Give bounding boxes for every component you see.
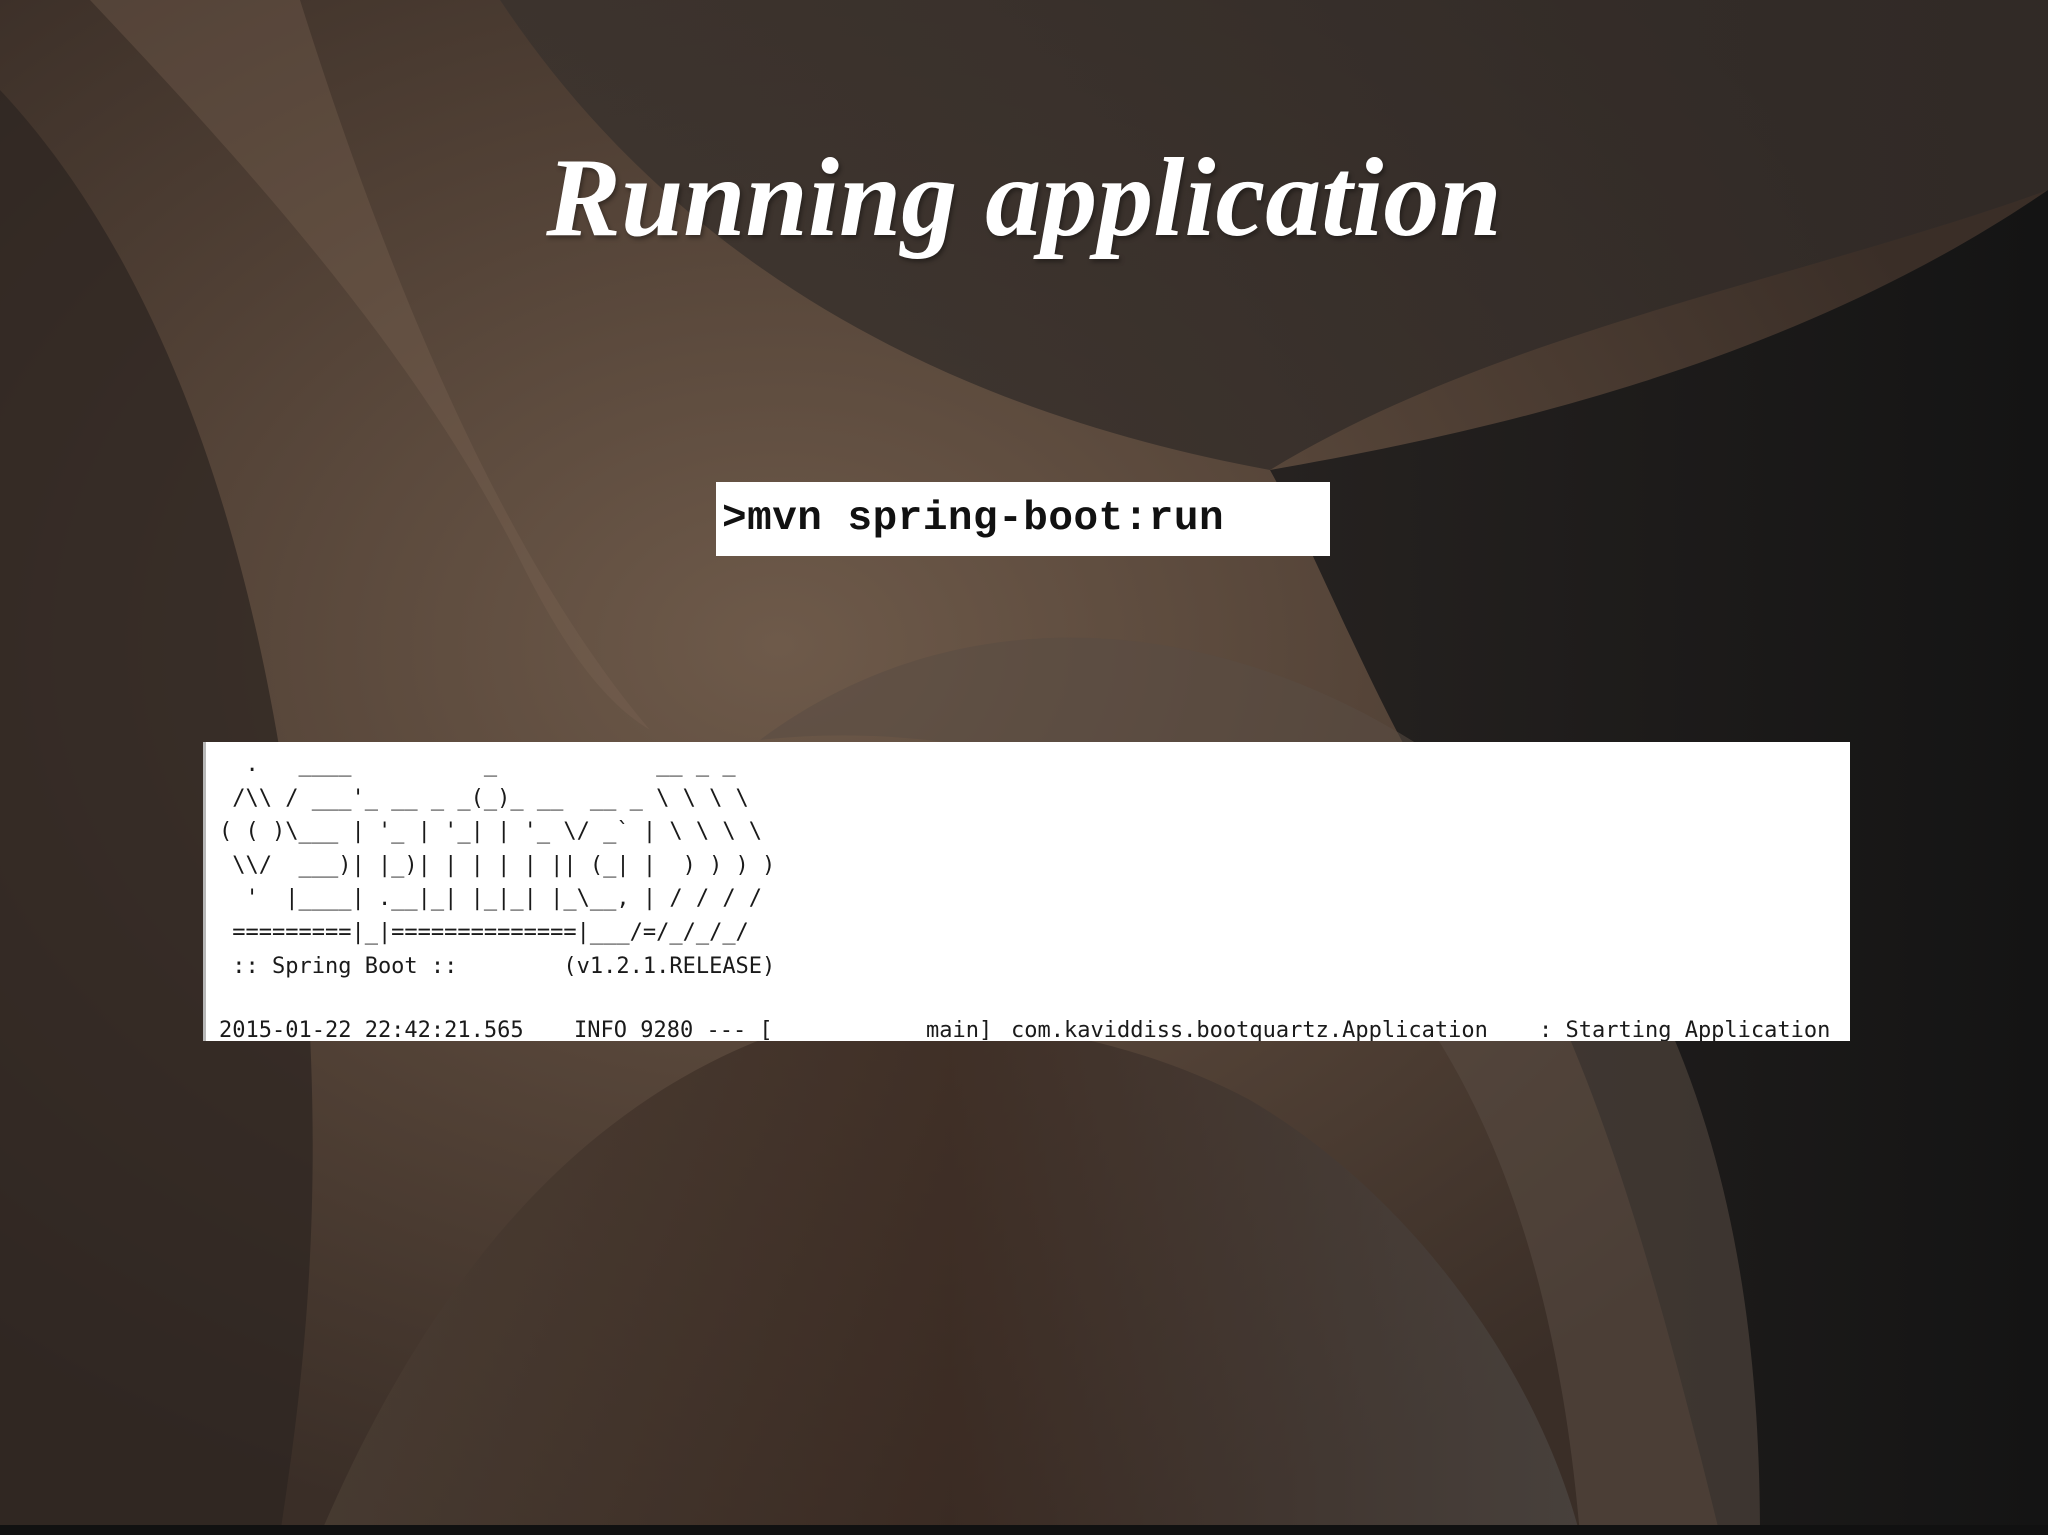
log-logger: com.kaviddiss.bootquartz.Application bbox=[1011, 1018, 1488, 1041]
console-output: . ____ _ __ _ _ /\\ / ___'_ __ _ _(_)_ _… bbox=[203, 742, 1850, 1041]
banner-line: =========|_|==============|___/=/_/_/_/ bbox=[219, 919, 749, 945]
banner-line: /\\ / ___'_ __ _ _(_)_ __ __ _ \ \ \ \ bbox=[219, 785, 749, 811]
log-line: 2015-01-22 22:42:21.565 INFO 9280 --- [ … bbox=[219, 1014, 1843, 1041]
command-text: >mvn spring-boot:run bbox=[722, 496, 1225, 542]
command-screenshot: >mvn spring-boot:run bbox=[716, 482, 1330, 556]
spring-boot-version-line: :: Spring Boot :: (v1.2.1.RELEASE) bbox=[219, 953, 776, 979]
log-timestamp: 2015-01-22 22:42:21.565 bbox=[219, 1018, 524, 1041]
log-spacer bbox=[219, 983, 1850, 1014]
log-level: INFO 9280 --- [ bbox=[574, 1018, 773, 1041]
banner-line: \\/ ___)| |_)| | | | | || (_| | ) ) ) ) bbox=[219, 852, 776, 878]
slide-title: Running application bbox=[546, 136, 1502, 260]
log-message: : Starting Application bbox=[1539, 1018, 1831, 1041]
log-thread: main] bbox=[926, 1018, 993, 1041]
banner-line: . ____ _ __ _ _ bbox=[219, 752, 736, 777]
banner-line: ( ( )\___ | '_ | '_| | '_ \/ _` | \ \ \ … bbox=[219, 819, 763, 845]
banner-line: ' |____| .__|_| |_|_| |_\__, | / / / / bbox=[219, 886, 763, 912]
